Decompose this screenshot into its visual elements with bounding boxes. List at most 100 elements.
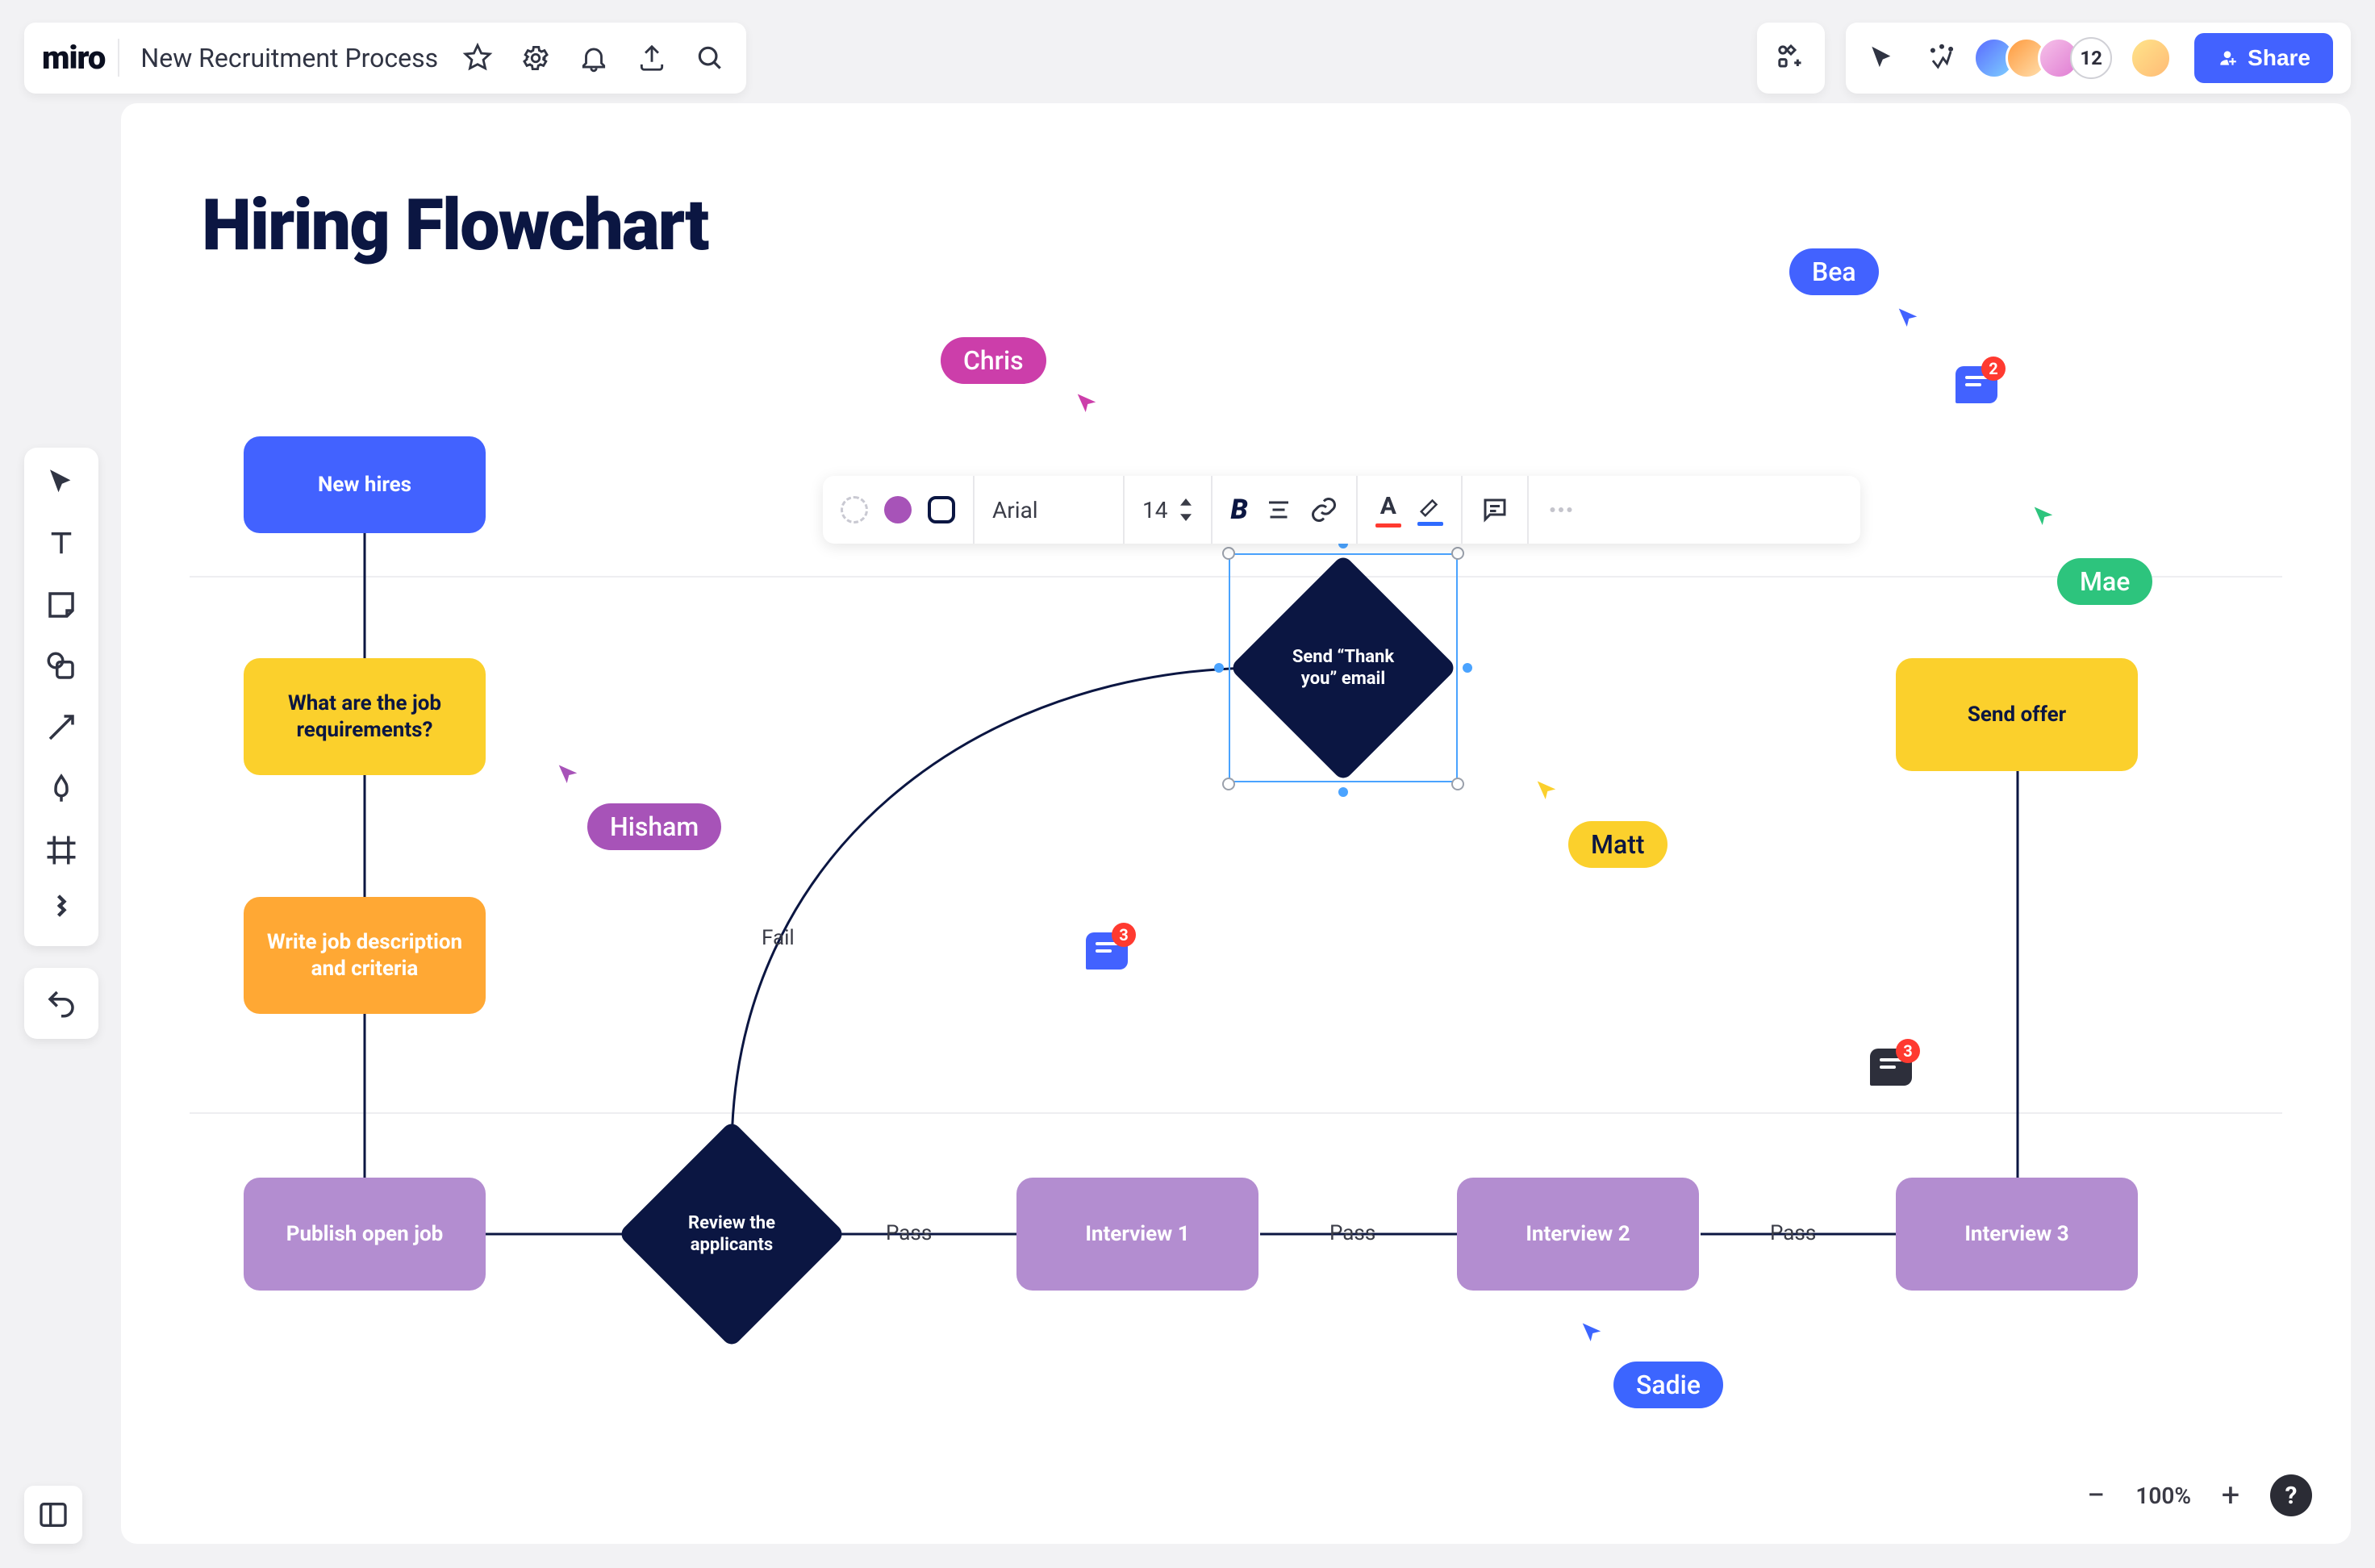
collaborator-cursor-icon [1534,779,1559,803]
node-interview-3[interactable]: Interview 3 [1896,1178,2138,1291]
undo-button[interactable] [24,968,98,1039]
panel-toggle-icon [37,1499,69,1531]
avatar-overflow-count[interactable]: 12 [2070,37,2112,79]
node-requirements[interactable]: What are the job requirements? [244,658,486,775]
zoom-value[interactable]: 100% [2135,1483,2191,1509]
comment-icon [1480,495,1509,524]
text-tool-icon[interactable] [43,525,80,562]
shape-swatch[interactable] [928,496,955,523]
selection-handle[interactable] [1222,778,1235,790]
selection-midpoint[interactable] [1338,787,1348,797]
ctx-font-size-segment[interactable]: 14 [1125,476,1213,544]
panel-toggle-button[interactable] [24,1486,82,1544]
more-tools-icon[interactable] [43,893,80,930]
comment-bubble[interactable]: 2 [1956,366,1997,403]
comment-count-badge: 2 [1981,357,2006,381]
comment-lines-icon [1965,376,1988,390]
flow-connectors [121,103,2351,1544]
ctx-comment-segment[interactable] [1463,476,1529,544]
edge-label-pass: Pass [886,1221,932,1245]
select-tool-icon[interactable] [43,464,80,501]
node-publish[interactable]: Publish open job [244,1178,486,1291]
selection-midpoint[interactable] [1214,663,1224,673]
node-thank-you[interactable]: Send “Thank you” email [1263,587,1424,749]
edge-label-pass: Pass [1770,1221,1816,1245]
connector-tool-icon[interactable] [43,709,80,746]
undo-icon [44,986,78,1020]
font-family-select[interactable]: Arial [992,497,1105,523]
selection-handle[interactable] [1222,547,1235,560]
node-review-applicants[interactable]: Review the applicants [651,1153,812,1315]
align-icon[interactable] [1264,495,1293,524]
border-style-swatch[interactable] [841,496,868,523]
notification-icon[interactable] [575,40,612,77]
canvas[interactable]: Hiring Flowchart [121,103,2351,1544]
node-send-offer[interactable]: Send offer [1896,658,2138,771]
frame-tool-icon[interactable] [43,832,80,869]
collaborator-label-mae: Mae [2057,558,2152,605]
node-interview-2[interactable]: Interview 2 [1457,1178,1699,1291]
comment-count-badge: 3 [1112,923,1136,947]
board-title[interactable]: New Recruitment Process [140,43,438,73]
node-write-description[interactable]: Write job description and criteria [244,897,486,1014]
comment-lines-icon [1880,1058,1902,1073]
text-color-icon[interactable]: A [1375,492,1401,528]
more-icon [1546,495,1576,524]
pen-tool-icon[interactable] [43,770,80,807]
collaborator-avatars[interactable]: 12 [1983,37,2172,79]
apps-panel[interactable] [1757,23,1825,94]
comment-bubble-resolved[interactable]: 3 [1870,1049,1912,1086]
top-left-panel: miro New Recruitment Process [24,23,746,94]
app-logo[interactable]: miro [42,39,119,77]
share-button-label: Share [2248,45,2310,71]
collaborator-label-matt: Matt [1568,821,1668,868]
share-icon [2217,48,2238,69]
fill-color-swatch[interactable] [884,496,912,523]
ctx-font-name-segment[interactable]: Arial [975,476,1125,544]
selection-handle[interactable] [1451,547,1464,560]
node-label: Send “Thank you” email [1263,587,1424,749]
stepper-arrows-icon [1179,498,1193,521]
highlight-icon[interactable] [1417,494,1443,526]
settings-icon[interactable] [517,40,554,77]
ctx-style-segment [823,476,975,544]
zoom-controls: − 100% + ? [2081,1474,2312,1516]
font-size-value: 14 [1142,497,1167,523]
collaborator-cursor-icon [1896,307,1920,331]
collaborator-cursor-icon [1075,392,1099,416]
left-toolbar [24,448,98,946]
zoom-out-button[interactable]: − [2081,1480,2111,1511]
share-button[interactable]: Share [2194,33,2333,83]
node-new-hires[interactable]: New hires [244,436,486,533]
collaborator-cursor-icon [2031,505,2056,529]
link-icon[interactable] [1309,495,1338,524]
shape-context-toolbar: Arial 14 B A [823,476,1860,544]
sticky-tool-icon[interactable] [43,586,80,623]
selection-handle[interactable] [1451,778,1464,790]
comment-bubble[interactable]: 3 [1086,932,1128,970]
reactions-icon[interactable] [1923,40,1960,77]
apps-icon [1775,42,1807,74]
bold-icon[interactable]: B [1230,494,1247,526]
zoom-in-button[interactable]: + [2215,1480,2246,1511]
search-icon[interactable] [691,40,728,77]
current-user-avatar[interactable] [2130,37,2172,79]
ctx-more-segment[interactable] [1529,476,1593,544]
comment-count-badge: 3 [1896,1039,1920,1063]
collaborator-cursor-icon [1580,1321,1604,1345]
top-right-cluster: 12 Share [1757,23,2351,94]
collaborator-label-chris: Chris [941,337,1046,384]
edge-label-fail: Fail [762,926,795,950]
collaborator-label-bea: Bea [1789,248,1879,295]
comment-lines-icon [1096,942,1118,957]
shapes-tool-icon[interactable] [43,648,80,685]
edge-label-pass: Pass [1329,1221,1375,1245]
node-interview-1[interactable]: Interview 1 [1016,1178,1258,1291]
selection-midpoint[interactable] [1463,663,1472,673]
help-button[interactable]: ? [2270,1474,2312,1516]
export-icon[interactable] [633,40,670,77]
collab-panel: 12 Share [1846,23,2351,94]
star-icon[interactable] [459,40,496,77]
font-size-stepper[interactable]: 14 [1142,497,1193,523]
pointer-mode-icon[interactable] [1864,40,1901,77]
